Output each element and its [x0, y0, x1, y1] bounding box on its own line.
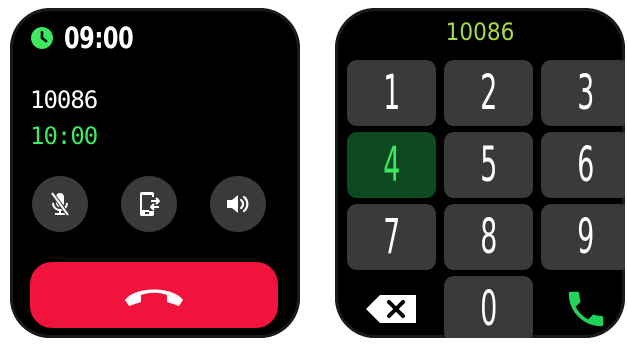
switch-device-button[interactable]	[121, 176, 177, 232]
in-call-screen: 09:00 10086 10:00	[10, 8, 300, 338]
caller-number: 10086	[30, 86, 98, 114]
call-button[interactable]	[541, 276, 625, 338]
end-call-button[interactable]	[30, 262, 278, 328]
dialed-number: 10086	[445, 18, 515, 46]
key-8[interactable]: 8	[444, 204, 533, 270]
speaker-icon	[227, 195, 249, 213]
key-9[interactable]: 9	[541, 204, 625, 270]
speaker-button[interactable]	[210, 176, 266, 232]
status-bar: 09:00	[30, 21, 145, 55]
backspace-icon	[365, 295, 416, 323]
key-1[interactable]: 1	[347, 60, 436, 126]
key-4[interactable]: 4	[347, 132, 436, 198]
switch-device-icon	[140, 192, 160, 216]
key-5[interactable]: 5	[444, 132, 533, 198]
key-3[interactable]: 3	[541, 60, 625, 126]
key-6[interactable]: 6	[541, 132, 625, 198]
key-7[interactable]: 7	[347, 204, 436, 270]
delete-button[interactable]	[347, 276, 436, 338]
dialpad-screen: 10086 1 2 3 4 5 6 7 8 9 0	[335, 8, 625, 338]
key-0[interactable]: 0	[444, 276, 533, 338]
mute-mic-icon	[50, 191, 70, 217]
status-time: 09:00	[64, 21, 134, 55]
call-duration: 10:00	[30, 122, 98, 150]
mute-button[interactable]	[32, 176, 88, 232]
clock-icon	[31, 27, 53, 49]
key-2[interactable]: 2	[444, 60, 533, 126]
hangup-phone-icon	[125, 289, 183, 306]
call-phone-icon	[568, 291, 603, 327]
